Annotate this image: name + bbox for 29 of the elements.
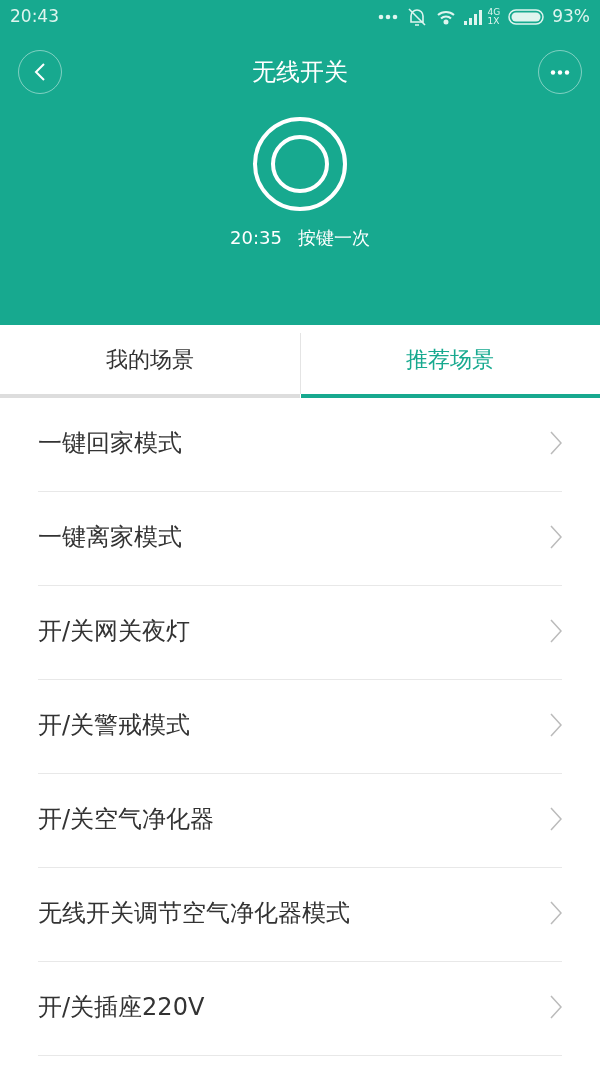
status-time: 20:43 <box>10 5 59 29</box>
battery-icon <box>508 9 545 25</box>
more-notifications-icon <box>377 14 398 20</box>
scene-label[interactable]: 无线开关调节空气净化器模式 <box>38 894 350 931</box>
scene-label[interactable]: 开/关警戒模式 <box>38 706 191 743</box>
chevron-right-icon <box>550 806 562 831</box>
network-type: 1X <box>487 17 501 26</box>
chevron-right-icon <box>550 524 562 549</box>
event-description: 按键一次 <box>297 226 370 250</box>
scene-label[interactable]: 开/关空气净化器 <box>38 800 215 837</box>
scene-label[interactable]: 一键离家模式 <box>38 518 182 555</box>
back-icon <box>34 62 46 82</box>
scene-label[interactable]: 开/关网关夜灯 <box>38 612 191 649</box>
network-type: 4G <box>487 8 501 17</box>
scene-label[interactable]: 一键回家模式 <box>38 424 182 461</box>
page-title: 无线开关 <box>252 57 348 88</box>
switch-button-icon <box>252 116 348 212</box>
muted-bell-icon <box>405 6 428 28</box>
scene-label[interactable]: 开/关插座220V <box>38 988 205 1025</box>
chevron-right-icon <box>550 900 562 925</box>
signal-icon <box>463 9 484 25</box>
battery-percent: 93% <box>552 5 590 29</box>
wifi-icon <box>435 9 456 25</box>
chevron-right-icon <box>550 994 562 1019</box>
more-icon <box>550 69 570 75</box>
event-time: 20:35 <box>230 226 282 250</box>
chevron-right-icon <box>550 712 562 737</box>
chevron-right-icon <box>550 430 562 455</box>
chevron-right-icon <box>550 618 562 643</box>
